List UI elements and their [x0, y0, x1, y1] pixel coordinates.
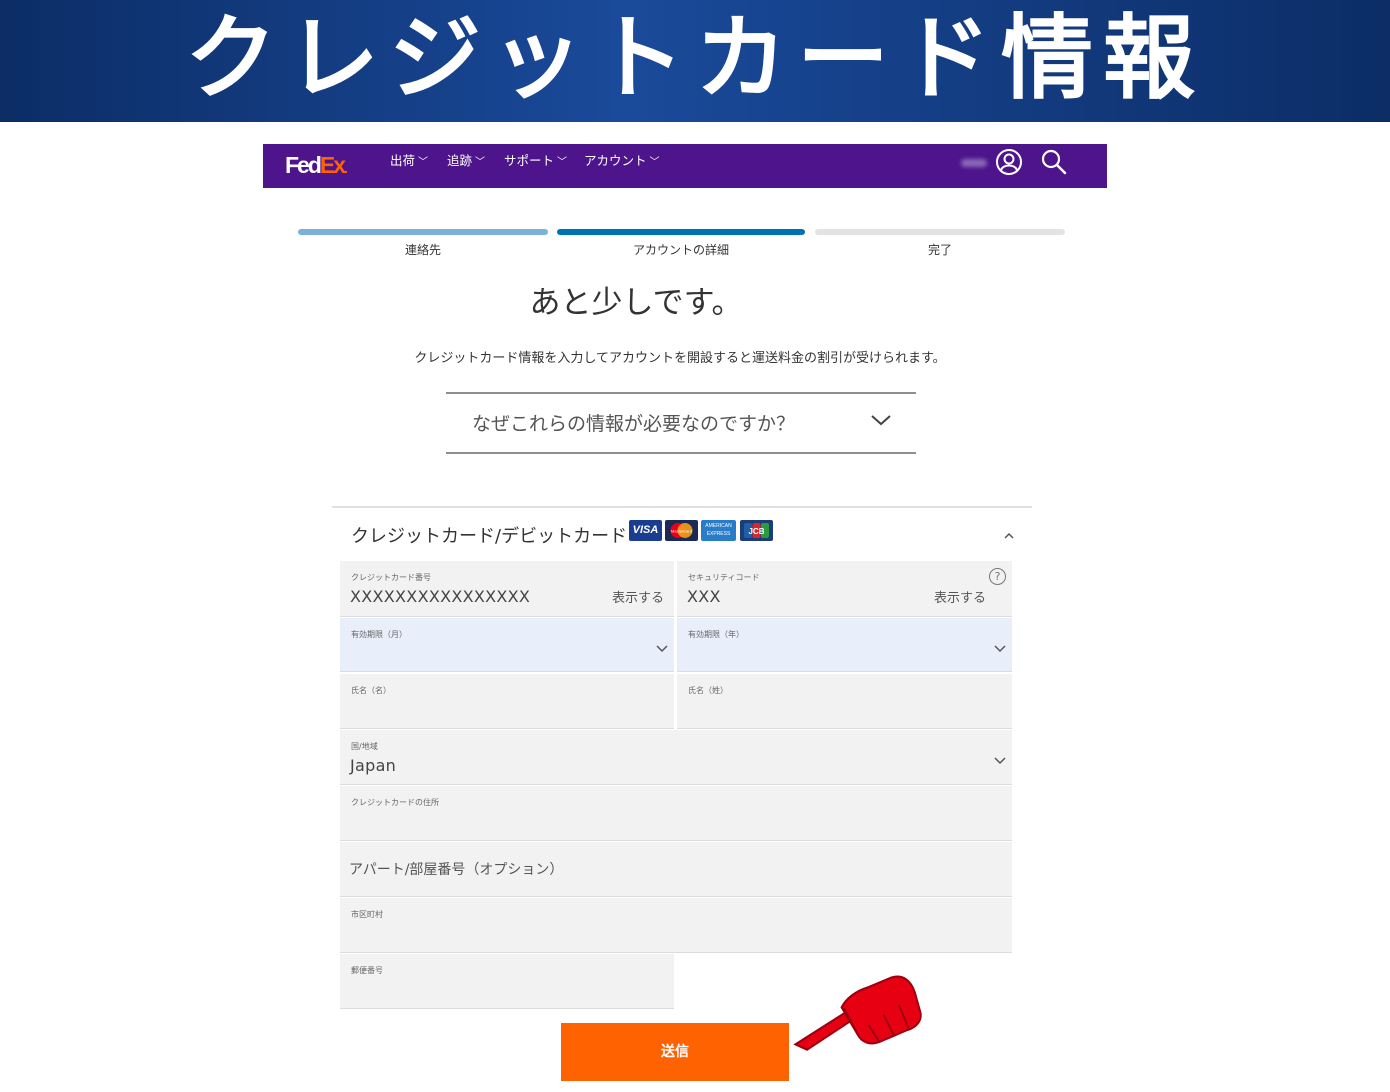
mastercard-logo: MasterCard: [665, 520, 698, 541]
card-section-title: クレジットカード/デビットカード: [351, 526, 628, 547]
card-section-divider: [332, 506, 1032, 508]
jcb-logo: JCB: [740, 520, 773, 541]
nav-item-support[interactable]: サポート ﹀: [504, 144, 567, 188]
accordion-label: なぜこれらの情報が必要なのですか？: [472, 413, 796, 435]
security-code-field[interactable]: セキュリティコード XXX 表示する: [677, 561, 1012, 617]
chevron-down-icon: ﹀: [557, 157, 568, 168]
title-banner: クレジットカード情報: [0, 0, 1390, 122]
apartment-placeholder: アパート/部屋番号（オプション）: [349, 862, 564, 878]
step-bar-contact: [298, 229, 548, 235]
expiry-year-select[interactable]: 有効期限（年）: [677, 618, 1012, 672]
chevron-down-icon: ﹀: [475, 157, 486, 168]
page-heading: あと少しです。: [529, 285, 743, 321]
why-info-accordion[interactable]: なぜこれらの情報が必要なのですか？: [446, 392, 916, 454]
svg-text:JCB: JCB: [748, 527, 764, 536]
security-code-value: XXX: [687, 587, 721, 606]
country-select[interactable]: 国/地域 Japan: [340, 730, 1012, 785]
first-name-field[interactable]: 氏名（名）: [340, 674, 674, 729]
chevron-down-icon: ﹀: [418, 157, 429, 168]
banner-title: クレジットカード情報: [184, 5, 1205, 112]
chevron-down-icon: [994, 750, 1006, 769]
city-field[interactable]: 市区町村: [340, 898, 1012, 953]
step-bar-account-details: [557, 229, 805, 235]
search-icon[interactable]: [1040, 148, 1068, 180]
nav-item-shipping[interactable]: 出荷 ﹀: [390, 144, 428, 188]
chevron-down-icon: ﹀: [649, 157, 660, 168]
chevron-down-icon: [656, 638, 668, 657]
expiry-month-select[interactable]: 有効期限（月）: [340, 618, 674, 672]
show-card-number-button[interactable]: 表示する: [612, 587, 664, 606]
svg-text:MasterCard: MasterCard: [671, 529, 692, 534]
step-label-account-details: アカウントの詳細: [632, 243, 729, 257]
step-label-complete: 完了: [927, 243, 952, 257]
top-navigation-bar: FedEx. 出荷 ﹀ 追跡 ﹀ サポート ﹀ アカウント ﹀: [263, 144, 1107, 188]
blurred-username: [961, 159, 987, 167]
user-icon[interactable]: [995, 148, 1023, 180]
postal-code-field[interactable]: 郵便番号: [340, 954, 674, 1009]
card-address-field[interactable]: クレジットカードの住所: [340, 786, 1012, 841]
show-security-code-button[interactable]: 表示する: [934, 587, 986, 606]
chevron-down-icon: [870, 412, 892, 431]
help-icon[interactable]: ?: [989, 568, 1006, 585]
chevron-up-icon[interactable]: [1003, 525, 1015, 544]
pointing-hand-icon: [786, 958, 928, 1066]
nav-item-account[interactable]: アカウント ﹀: [584, 144, 660, 188]
submit-button[interactable]: 送信: [561, 1023, 789, 1081]
progress-steps: 連絡先 アカウントの詳細 完了: [298, 229, 1065, 259]
country-value: Japan: [350, 756, 397, 775]
chevron-down-icon: [994, 638, 1006, 657]
last-name-field[interactable]: 氏名（姓）: [677, 674, 1012, 729]
fedex-logo[interactable]: FedEx.: [285, 148, 348, 185]
visa-logo: VISA: [629, 520, 662, 541]
nav-item-tracking[interactable]: 追跡 ﹀: [447, 144, 485, 188]
amex-logo: AMERICAN EXPRESS: [701, 520, 736, 541]
step-label-contact: 連絡先: [404, 243, 441, 257]
apartment-field[interactable]: アパート/部屋番号（オプション）: [340, 842, 1012, 897]
page-subtext: クレジットカード情報を入力してアカウントを開設すると運送料金の割引が受けられます…: [414, 351, 946, 366]
card-number-value: XXXXXXXXXXXXXXXX: [350, 587, 531, 606]
step-bar-complete: [815, 229, 1065, 235]
card-number-field[interactable]: クレジットカード番号 XXXXXXXXXXXXXXXX 表示する: [340, 561, 674, 617]
